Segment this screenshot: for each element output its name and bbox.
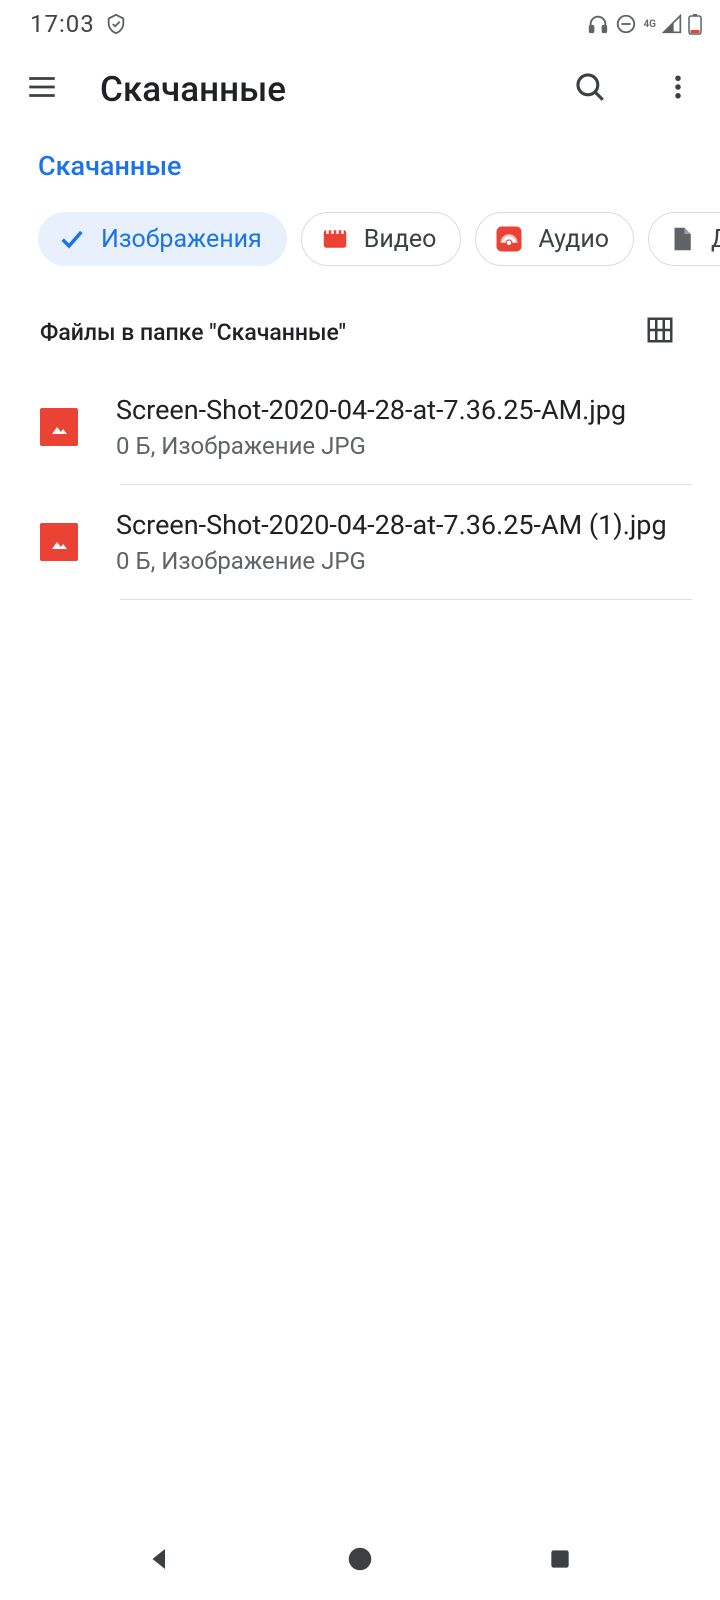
back-icon <box>145 1544 175 1578</box>
hamburger-icon <box>25 70 59 108</box>
audio-icon <box>494 224 524 254</box>
file-info: Screen-Shot-2020-04-28-at-7.36.25-AM.jpg… <box>116 394 680 460</box>
file-list: Screen-Shot-2020-04-28-at-7.36.25-AM.jpg… <box>0 370 720 600</box>
chip-label: Аудио <box>538 225 609 254</box>
video-icon <box>320 224 350 254</box>
chip-label: Изображения <box>101 225 262 254</box>
overview-button[interactable] <box>535 1536 585 1586</box>
document-icon <box>667 224 697 254</box>
image-file-icon <box>40 523 78 561</box>
battery-icon <box>688 13 702 35</box>
search-button[interactable] <box>560 59 620 119</box>
navigation-bar <box>0 1522 720 1600</box>
more-vert-icon <box>663 72 693 106</box>
file-meta: 0 Б, Изображение JPG <box>116 547 680 575</box>
headphones-icon <box>587 13 609 35</box>
file-name: Screen-Shot-2020-04-28-at-7.36.25-AM.jpg <box>116 394 680 426</box>
section-header: Файлы в папке "Скачанные" <box>0 284 720 370</box>
chip-label: Видео <box>364 225 437 254</box>
network-label: 4G <box>643 19 656 30</box>
breadcrumb[interactable]: Скачанные <box>0 130 720 194</box>
shield-check-icon <box>105 13 127 35</box>
status-left: 17:03 <box>30 10 127 38</box>
view-toggle-button[interactable] <box>640 312 680 352</box>
section-title: Файлы в папке "Скачанные" <box>40 319 346 346</box>
grid-icon <box>645 315 675 349</box>
page-title: Скачанные <box>100 69 532 110</box>
more-options-button[interactable] <box>648 59 708 119</box>
file-info: Screen-Shot-2020-04-28-at-7.36.25-AM (1)… <box>116 509 680 575</box>
do-not-disturb-icon <box>615 13 637 35</box>
file-row[interactable]: Screen-Shot-2020-04-28-at-7.36.25-AM.jpg… <box>0 370 720 484</box>
status-right: 4G <box>587 13 702 35</box>
file-meta: 0 Б, Изображение JPG <box>116 432 680 460</box>
image-file-icon <box>40 408 78 446</box>
status-time: 17:03 <box>30 10 95 38</box>
signal-icon <box>662 14 682 34</box>
circle-icon <box>345 1544 375 1578</box>
filter-chips: Изображения Видео Аудио <box>0 194 720 284</box>
breadcrumb-label: Скачанные <box>38 150 182 182</box>
square-icon <box>547 1546 573 1576</box>
home-button[interactable] <box>335 1536 385 1586</box>
menu-button[interactable] <box>12 59 72 119</box>
back-button[interactable] <box>135 1536 185 1586</box>
status-bar: 17:03 4G <box>0 0 720 48</box>
file-row[interactable]: Screen-Shot-2020-04-28-at-7.36.25-AM (1)… <box>0 485 720 599</box>
chip-images[interactable]: Изображения <box>38 212 287 266</box>
chip-video[interactable]: Видео <box>301 212 462 266</box>
divider <box>120 599 692 600</box>
chip-label: До <box>711 225 720 254</box>
file-name: Screen-Shot-2020-04-28-at-7.36.25-AM (1)… <box>116 509 680 541</box>
check-icon <box>57 224 87 254</box>
app-bar: Скачанные <box>0 48 720 130</box>
chip-documents[interactable]: До <box>648 212 720 266</box>
search-icon <box>573 70 607 108</box>
chip-audio[interactable]: Аудио <box>475 212 634 266</box>
